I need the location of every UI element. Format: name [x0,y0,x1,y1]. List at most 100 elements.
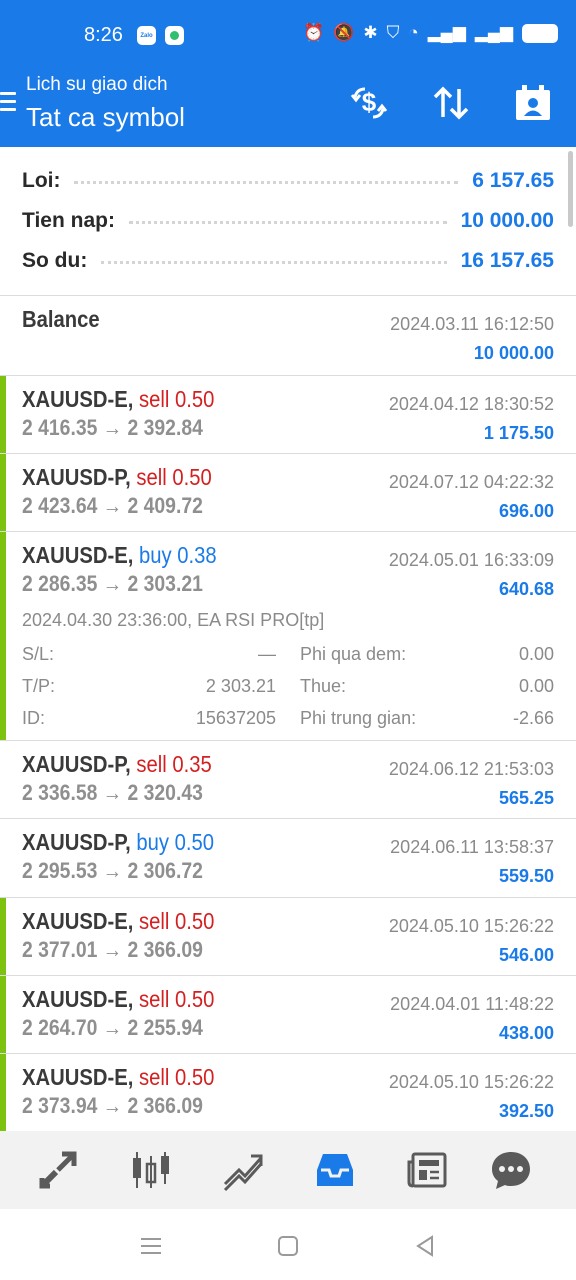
scrollbar[interactable] [568,151,573,227]
deal-row[interactable]: XAUUSD-E, sell 0.50 2024.05.10 15:26:22 … [0,898,576,976]
deal-prices: 2 336.58 → 2 320.43 [22,780,203,805]
deal-date: 2024.06.11 13:58:37 [390,837,554,857]
status-time: 8:26 [84,24,123,46]
deal-symbol: XAUUSD-E, sell 0.50 [22,386,215,412]
balance-entry[interactable]: Balance 2024.03.11 16:12:50 10 000.00 [0,296,576,376]
notification-app-icon [165,26,184,45]
deal-prices: 2 264.70 → 2 255.94 [22,1015,203,1040]
news-icon[interactable] [404,1147,450,1193]
deal-date: 2024.05.01 16:33:09 [388,550,554,570]
swap-value: 0.00 [518,644,554,664]
deal-symbol: XAUUSD-E, sell 0.50 [22,1064,215,1090]
home-icon[interactable] [273,1231,303,1261]
battery-icon: 93 [522,23,558,43]
recent-apps-icon[interactable] [136,1231,166,1261]
status-icons: ⏰ 🔕 ✱ ⛉ ◔ ▂▄▆ ▂▄▆ 93 [303,22,558,44]
status-bar: 8:26 Zalo ⏰ 🔕 ✱ ⛉ ◔ ▂▄▆ ▂▄▆ 93 [0,0,576,72]
deal-side: sell [138,386,170,412]
deposit-value: 10 000.00 [460,209,554,232]
sort-icon[interactable] [428,80,474,126]
deal-row[interactable]: XAUUSD-P, sell 0.50 2024.07.12 04:22:32 … [0,454,576,532]
history-icon[interactable] [312,1147,358,1193]
bluetooth-icon: ✱ [363,23,378,42]
zalo-app-icon: Zalo [137,26,156,45]
calendar-icon[interactable] [510,80,556,126]
trade-icon[interactable] [220,1147,266,1193]
deal-side: buy [136,829,169,855]
profit-row: Loi: 6 157.65 [22,164,554,198]
commission-label: Phi trung gian: [300,708,417,728]
deal-prices: 2 286.35 → 2 303.21 [22,571,203,596]
bottom-navigation [0,1131,576,1209]
deal-date: 2024.04.01 11:48:22 [390,994,554,1014]
tax-value: 0.00 [518,676,554,696]
deal-volume: 0.50 [174,1064,215,1090]
quotes-icon[interactable] [35,1147,81,1193]
deal-volume: 0.50 [174,829,215,855]
deal-profit: 1 175.50 [483,423,554,443]
deal-row-expanded[interactable]: XAUUSD-E, buy 0.38 2024.05.01 16:33:09 2… [0,532,576,741]
tp-label: T/P: [22,676,56,696]
deal-side: buy [138,542,172,568]
deal-side: sell [136,464,167,490]
deal-volume: 0.35 [172,751,212,777]
deposit-label: Tien nap: [22,209,115,232]
balance-entry-amount: 10 000.00 [473,343,554,363]
symbol-filter-title[interactable]: Tat ca symbol [26,102,185,133]
deal-prices: 2 423.64 → 2 409.72 [22,493,203,518]
chat-icon[interactable] [488,1147,534,1193]
deal-prices: 2 295.53 → 2 306.72 [22,858,203,883]
deal-row[interactable]: XAUUSD-E, sell 0.50 2024.05.10 15:26:22 … [0,1054,576,1131]
sl-label: S/L: [22,644,55,664]
deal-open-info: 2024.04.30 23:36:00, EA RSI PRO[tp] [22,610,325,630]
deal-symbol: XAUUSD-E, sell 0.50 [22,986,215,1012]
deal-profit: 640.68 [498,579,554,599]
id-label: ID: [22,708,46,728]
deal-volume: 0.50 [174,386,215,412]
deal-row[interactable]: XAUUSD-E, sell 0.50 2024.04.01 11:48:22 … [0,976,576,1054]
swap-label: Phi qua dem: [300,644,407,664]
summary-panel: Loi: 6 157.65 Tien nap: 10 000.00 So du:… [0,147,576,296]
tax-label: Thue: [300,676,347,696]
dotted-leader [74,178,459,184]
app-header: 8:26 Zalo ⏰ 🔕 ✱ ⛉ ◔ ▂▄▆ ▂▄▆ 93 Lich su g… [0,0,576,147]
deposit-row: Tien nap: 10 000.00 [22,204,554,238]
tp-value: 2 303.21 [205,676,276,696]
deal-prices: 2 416.35 → 2 392.84 [22,415,203,440]
deal-row[interactable]: XAUUSD-P, buy 0.50 2024.06.11 13:58:37 2… [0,819,576,898]
deal-volume: 0.38 [177,542,217,568]
deal-row[interactable]: XAUUSD-P, sell 0.35 2024.06.12 21:53:03 … [0,741,576,819]
deal-volume: 0.50 [172,464,212,490]
mute-icon: 🔕 [333,23,355,42]
menu-icon[interactable] [0,92,16,114]
dotted-leader [101,258,447,264]
svg-text:$: $ [362,87,377,117]
system-navigation-bar [0,1209,576,1280]
deal-profit: 559.50 [498,866,554,886]
page-subtitle: Lich su giao dich [26,74,168,95]
deal-date: 2024.04.12 18:30:52 [388,394,554,414]
alarm-icon: ⏰ [302,23,325,42]
deal-row[interactable]: XAUUSD-E, sell 0.50 2024.04.12 18:30:52 … [0,376,576,454]
deal-symbol: XAUUSD-P, buy 0.50 [22,829,215,855]
deal-volume: 0.50 [174,908,215,934]
deal-side: sell [138,1064,170,1090]
deal-date: 2024.07.12 04:22:32 [388,472,554,492]
wifi-icon: ◔ [408,23,419,42]
signal-icon: ▂▄▆ [427,23,466,42]
deal-prices: 2 373.94 → 2 366.09 [22,1093,203,1118]
currency-exchange-icon[interactable]: $ [346,80,392,126]
deal-symbol: XAUUSD-E, buy 0.38 [22,542,217,568]
deal-profit: 438.00 [498,1023,554,1043]
profit-label: Loi: [22,169,61,192]
deal-date: 2024.05.10 15:26:22 [388,1072,554,1092]
deal-profit: 546.00 [498,945,554,965]
balance-entry-label: Balance [22,306,100,332]
back-icon[interactable] [410,1231,440,1261]
sl-value: — [258,644,276,664]
balance-value: 16 157.65 [460,249,554,272]
deal-date: 2024.06.12 21:53:03 [388,759,554,779]
profit-value: 6 157.65 [472,169,554,192]
chart-icon[interactable] [128,1147,174,1193]
deal-side: sell [138,986,170,1012]
